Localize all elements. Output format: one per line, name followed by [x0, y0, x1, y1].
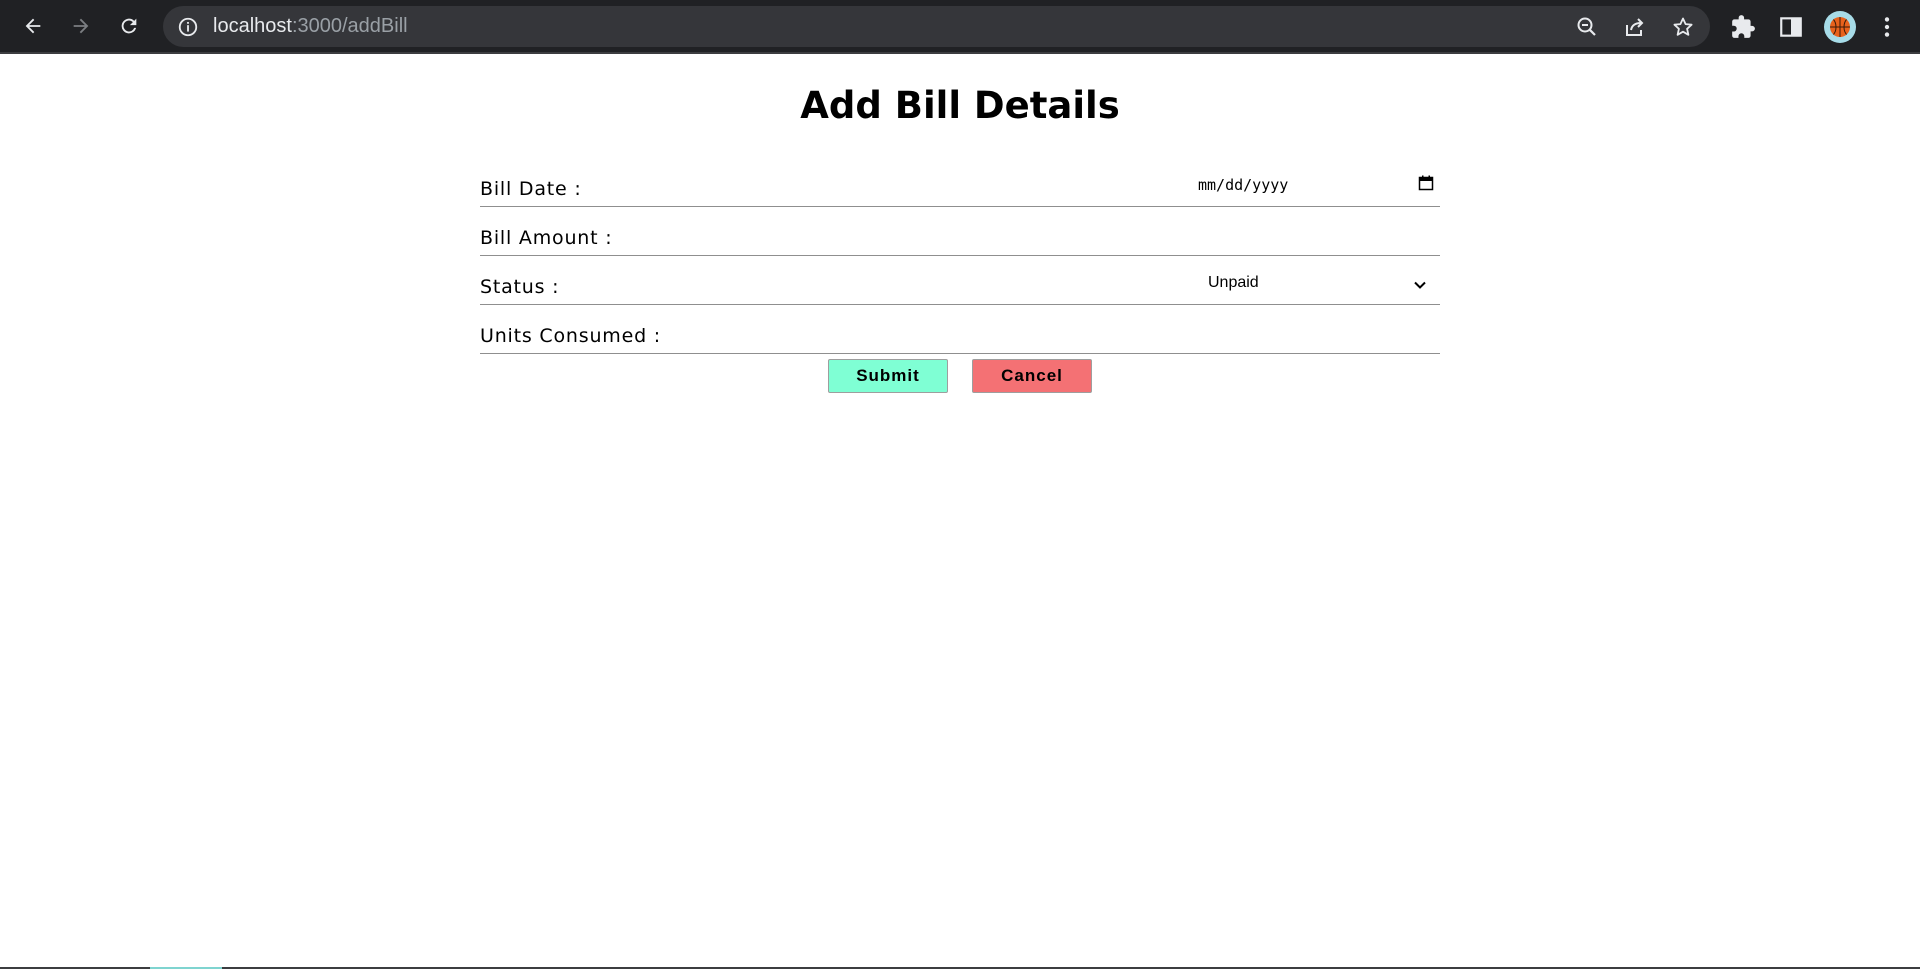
- add-bill-form: Bill Date : mm/dd/yyyy Bill Amount : Sta…: [480, 158, 1440, 354]
- status-select[interactable]: Unpaid: [1198, 272, 1438, 296]
- bill-date-label: Bill Date :: [480, 178, 582, 200]
- reload-button[interactable]: [111, 8, 147, 44]
- bill-amount-label: Bill Amount :: [480, 227, 613, 249]
- bill-date-placeholder: mm/dd/yyyy: [1198, 176, 1289, 194]
- url-host: localhost: [213, 15, 292, 37]
- url-path: :3000/addBill: [291, 15, 408, 37]
- info-icon[interactable]: [177, 16, 199, 38]
- address-bar[interactable]: localhost:3000/addBill: [163, 6, 1710, 47]
- zoom-out-icon[interactable]: [1575, 15, 1599, 39]
- profile-avatar[interactable]: [1824, 11, 1856, 43]
- star-icon[interactable]: [1671, 15, 1695, 39]
- side-panel-icon[interactable]: [1778, 14, 1804, 40]
- browser-toolbar: localhost:3000/addBill: [0, 0, 1920, 54]
- forward-button[interactable]: [63, 8, 99, 44]
- extensions-icon[interactable]: [1730, 14, 1756, 40]
- calendar-icon[interactable]: [1418, 175, 1434, 191]
- status-selected-value: Unpaid: [1208, 274, 1259, 291]
- bill-date-input[interactable]: mm/dd/yyyy: [1198, 174, 1438, 198]
- units-consumed-input[interactable]: [1040, 321, 1440, 349]
- forward-icon: [73, 18, 89, 34]
- cancel-button[interactable]: Cancel: [972, 359, 1092, 393]
- chevron-down-icon: [1414, 281, 1426, 289]
- bill-amount-row: Bill Amount :: [480, 207, 1440, 256]
- basketball-icon: [1830, 17, 1850, 37]
- back-button[interactable]: [15, 8, 51, 44]
- share-icon[interactable]: [1623, 15, 1647, 39]
- submit-button[interactable]: Submit: [828, 359, 948, 393]
- status-row: Status : Unpaid: [480, 256, 1440, 305]
- page-title: Add Bill Details: [800, 84, 1120, 127]
- status-label: Status :: [480, 276, 560, 298]
- units-consumed-label: Units Consumed :: [480, 325, 661, 347]
- menu-icon[interactable]: [1874, 14, 1900, 40]
- back-icon: [25, 18, 41, 34]
- reload-icon: [121, 18, 137, 34]
- bill-amount-input[interactable]: [1040, 223, 1440, 251]
- url-text[interactable]: localhost:3000/addBill: [213, 6, 408, 47]
- units-consumed-row: Units Consumed :: [480, 305, 1440, 354]
- bill-date-row: Bill Date : mm/dd/yyyy: [480, 158, 1440, 207]
